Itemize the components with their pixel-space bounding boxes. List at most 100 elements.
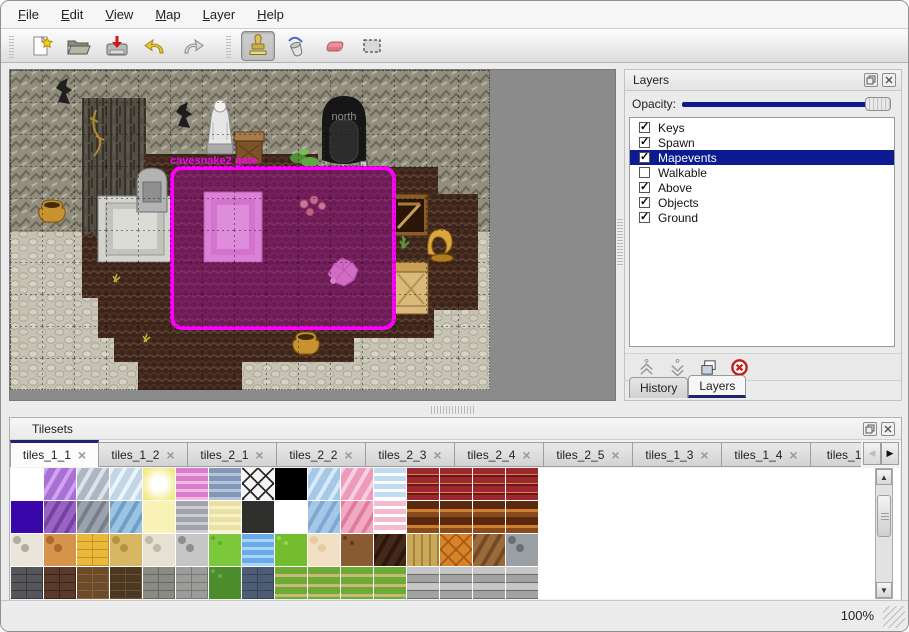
palette-tile[interactable] [407,567,439,599]
layer-checkbox-mapevents[interactable]: ✓ [639,152,650,163]
palette-tile[interactable] [308,501,340,533]
palette-tile[interactable] [308,534,340,566]
toolbar-grip[interactable] [9,34,14,58]
layer-checkbox-ground[interactable]: ✓ [639,212,650,223]
palette-tile[interactable] [176,501,208,533]
redo-button[interactable] [176,31,210,61]
new-button[interactable] [24,31,58,61]
palette-tile[interactable] [209,534,241,566]
palette-tile[interactable] [110,567,142,599]
palette-tile[interactable] [176,534,208,566]
menu-file[interactable]: File [7,1,50,28]
tile-map[interactable]: north [10,70,490,390]
tabs-scroll-left-button[interactable]: ◀ [863,442,881,465]
menu-map[interactable]: Map [144,1,191,28]
undo-button[interactable] [138,31,172,61]
palette-tile[interactable] [11,501,43,533]
palette-tile[interactable] [275,567,307,599]
menu-edit[interactable]: Edit [50,1,94,28]
tab-close-icon[interactable]: × [166,449,174,461]
tileset-tab-tiles_2_3[interactable]: tiles_2_3× [366,442,455,467]
palette-tile[interactable] [473,534,505,566]
tileset-tab-tiles_1_1[interactable]: tiles_1_1× [10,440,99,467]
palette-tile[interactable] [11,468,43,500]
tilesets-titlebar[interactable]: Tilesets [10,418,901,440]
tileset-tab-tiles_2_2[interactable]: tiles_2_2× [277,442,366,467]
palette-tile[interactable] [506,501,538,533]
tab-close-icon[interactable]: × [611,449,619,461]
layer-row-mapevents[interactable]: ✓Mapevents [630,150,894,165]
palette-tile[interactable] [341,567,373,599]
lower-layer-button[interactable] [666,356,688,378]
resize-grip-icon[interactable] [883,606,905,628]
palette-tile[interactable] [341,501,373,533]
palette-tile[interactable] [44,567,76,599]
layer-row-ground[interactable]: ✓Ground [630,210,894,225]
tab-close-icon[interactable]: × [78,449,86,461]
tab-close-icon[interactable]: × [255,449,263,461]
palette-tile[interactable] [440,468,472,500]
palette-tile[interactable] [473,468,505,500]
palette-tile[interactable] [77,534,109,566]
layer-row-spawn[interactable]: ✓Spawn [630,135,894,150]
vertical-splitter[interactable] [616,69,624,401]
splitter-handle[interactable] [617,217,623,265]
menu-view[interactable]: View [94,1,144,28]
tab-close-icon[interactable]: × [433,449,441,461]
palette-tile[interactable] [110,501,142,533]
scroll-up-icon[interactable]: ▲ [876,469,892,485]
palette-tile[interactable] [11,534,43,566]
tab-close-icon[interactable]: × [344,449,352,461]
palette-tile[interactable] [143,468,175,500]
palette-tile[interactable] [44,501,76,533]
palette-tile[interactable] [308,567,340,599]
palette-tile[interactable] [77,567,109,599]
close-panel-icon[interactable] [881,422,895,436]
tab-close-icon[interactable]: × [522,449,530,461]
palette-tile[interactable] [407,468,439,500]
fill-tool-button[interactable] [279,31,313,61]
layer-row-keys[interactable]: ✓Keys [630,120,894,135]
palette-tile[interactable] [341,534,373,566]
palette-tile[interactable] [473,567,505,599]
palette-tile[interactable] [374,501,406,533]
layer-row-above[interactable]: ✓Above [630,180,894,195]
palette-tile[interactable] [440,501,472,533]
palette-tile[interactable] [11,567,43,599]
tab-layers[interactable]: Layers [688,375,746,398]
palette-tile[interactable] [374,534,406,566]
opacity-slider[interactable] [682,97,891,111]
toolbar-grip[interactable] [226,34,231,58]
palette-tile[interactable] [440,534,472,566]
palette-tile[interactable] [209,567,241,599]
palette-tile[interactable] [242,567,274,599]
tab-close-icon[interactable]: × [789,449,797,461]
tileset-tab-tiles_1_3[interactable]: tiles_1_3× [633,442,722,467]
layer-checkbox-spawn[interactable]: ✓ [639,137,650,148]
palette-tile[interactable] [143,501,175,533]
tile-palette[interactable] [11,468,900,599]
menu-help[interactable]: Help [246,1,295,28]
tileset-tab-tiles_1_2[interactable]: tiles_1_2× [99,442,188,467]
palette-tile[interactable] [110,534,142,566]
scroll-down-icon[interactable]: ▼ [876,582,892,598]
palette-tile[interactable] [506,534,538,566]
menu-layer[interactable]: Layer [192,1,247,28]
layer-checkbox-objects[interactable]: ✓ [639,197,650,208]
close-panel-icon[interactable] [882,73,896,87]
stamp-tool-button[interactable] [241,31,275,61]
float-panel-icon[interactable] [863,422,877,436]
tileset-tab-tiles_2_1[interactable]: tiles_2_1× [188,442,277,467]
open-button[interactable] [62,31,96,61]
palette-tile[interactable] [242,468,274,500]
tab-close-icon[interactable]: × [700,449,708,461]
layer-checkbox-walkable[interactable] [639,167,650,178]
palette-tile[interactable] [110,468,142,500]
palette-scrollbar[interactable]: ▲ ▼ [875,468,893,599]
palette-tile[interactable] [275,501,307,533]
layers-panel-titlebar[interactable]: Layers [625,70,901,91]
palette-tile[interactable] [209,468,241,500]
palette-tile[interactable] [176,468,208,500]
palette-tile[interactable] [77,501,109,533]
palette-tile[interactable] [506,468,538,500]
